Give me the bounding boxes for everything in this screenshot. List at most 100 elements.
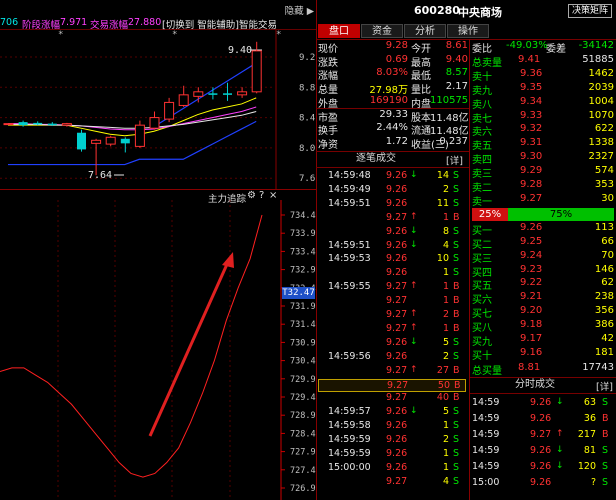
trade-row: 14:59:58 9.26 1 S (318, 420, 466, 433)
total-sell-row: 总卖量 9.41 51885 (472, 54, 614, 69)
arrow-down-icon: ↓ (410, 225, 418, 236)
candlestick (18, 120, 28, 127)
axis-tick-label: 730.9 (290, 338, 316, 348)
wei-bi-value: -49.03% (506, 40, 548, 51)
trade-up-value: 27.880 (128, 17, 162, 28)
axis-tick-label: 732.9 (290, 266, 316, 276)
sell-level-price: 9.34 (520, 95, 543, 107)
buy-level-price: 9.18 (520, 318, 543, 330)
decision-matrix-button[interactable]: 决策矩阵 (568, 4, 613, 18)
axis-tick-label: 733.9 (290, 229, 316, 239)
trade-row: 9.27 40 B (318, 392, 466, 405)
trade-side: B (453, 364, 460, 376)
buy-level-row: 买八 9.18 386 (472, 318, 614, 334)
arrow-down-icon: ↓ (556, 461, 564, 471)
buy-level-price: 9.16 (520, 346, 543, 358)
sell-level-price: 9.30 (520, 151, 543, 163)
switch-smart-button[interactable]: [切换到 智能辅助] (162, 17, 239, 31)
trade-volume: 50 (437, 379, 450, 391)
trade-side: B (454, 379, 461, 391)
timeshare-price: 9.26 (530, 413, 552, 424)
candlestick (134, 120, 145, 148)
timeshare-price: 9.26 (530, 397, 552, 408)
candlestick (77, 129, 86, 152)
stock-name: 中央商场 (458, 6, 502, 19)
timeshare-row: 14:59 9.26 ↓ 63 S (472, 397, 614, 411)
quote-row: 现价 9.28 今开 8.61 (318, 40, 468, 55)
trade-time: 14:59:48 (328, 170, 371, 181)
total-sell-price: 9.41 (518, 54, 541, 65)
quote-value: 0.69 (385, 53, 408, 65)
arrow-down-icon: ↓ (410, 336, 418, 347)
trade-side: B (453, 211, 460, 223)
buy-level-label: 买一 (472, 226, 492, 237)
trade-price: 9.26 (386, 239, 408, 251)
quote-row: 涨跌 0.69 最高 9.40 (318, 53, 468, 69)
trades-detail-button[interactable]: [详] (446, 153, 463, 167)
buy-level-price: 9.21 (520, 291, 543, 303)
trade-row: 14:59:56 9.26 2 S (318, 351, 466, 364)
timeshare-time: 14:59 (472, 397, 500, 408)
candlestick (223, 82, 232, 101)
arrow-down-icon: ↓ (410, 170, 418, 180)
buy-level-row: 买七 9.20 356 (472, 305, 614, 320)
trade-row: 9.26 ↓ 5 S (318, 337, 466, 350)
sell-level-row: 卖三 9.29 574 (472, 165, 614, 180)
trade-row: 9.27 ↑ 2 B (318, 309, 466, 322)
tab-pankou[interactable]: 盘口 (318, 24, 360, 38)
trade-side: S (453, 225, 460, 237)
trade-side: S (453, 336, 460, 348)
quote-value: 8.03% (376, 67, 408, 79)
sell-level-row: 卖九 9.35 2039 (472, 81, 614, 97)
axis-tick-label: 734.4 (290, 211, 316, 221)
timeshare-volume: 217 (577, 429, 596, 440)
quote-row: 外盘 169190 内盘 110575 (318, 95, 468, 110)
trade-side: S (453, 267, 460, 279)
arrow-down-icon: ↓ (556, 397, 564, 407)
total-buy-label: 总买量 (472, 366, 502, 377)
trade-price: 9.26 (386, 197, 408, 209)
timeshare-side: B (602, 429, 609, 440)
buy-level-row: 买九 9.17 42 (472, 333, 614, 348)
hide-menu-button[interactable]: 隐藏 ▶ (285, 3, 314, 17)
sell-level-price: 9.33 (520, 109, 543, 121)
low-price-label: 7.64 (88, 170, 112, 181)
timeshare-volume: ? (590, 477, 596, 488)
axis-tick-label: 727.9 (290, 448, 316, 458)
tab-analysis[interactable]: 分析 (404, 24, 446, 38)
trade-row: 14:59:49 9.26 2 S (318, 184, 466, 197)
trade-price: 9.26 (386, 253, 408, 265)
trade-time: 14:59:58 (328, 420, 371, 432)
tab-funds[interactable]: 资金 (361, 24, 403, 38)
sell-level-price: 9.35 (520, 81, 543, 93)
sell-level-label: 卖七 (472, 113, 492, 125)
timeshare-detail-button[interactable]: [详] (596, 379, 613, 393)
quote-label: 净资 (318, 139, 338, 151)
quote-value: 8.61 (445, 40, 468, 51)
trade-price: 9.27 (386, 211, 408, 223)
buy-level-label: 买十 (472, 350, 492, 362)
trade-side: S (453, 350, 460, 362)
timeshare-title: 分时成交 (515, 379, 555, 390)
trade-side: S (453, 461, 460, 473)
trade-price: 9.26 (386, 225, 408, 237)
trade-volume: 4 (442, 475, 449, 487)
arrow-down-icon: ↓ (556, 445, 564, 455)
smart-trade-button[interactable]: 智能交易 (239, 17, 277, 31)
trade-volume: 1 (442, 295, 449, 307)
candlestick (164, 97, 175, 123)
arrow-down-icon: ↓ (410, 239, 418, 250)
main-force-chart: 734.4733.9733.4732.9732.4731.9731.4730.9… (0, 200, 316, 500)
trade-row: 9.27 1 B (318, 295, 466, 308)
trade-price: 9.27 (386, 392, 408, 404)
buy-level-price: 9.22 (520, 277, 543, 289)
kline-chart: * * * 9.2 8.8 8.4 8.0 7.6 9.40 7.64 (0, 30, 315, 190)
timeshare-time: 14:59 (472, 429, 500, 440)
quote-row: 换手 2.44% 流通 11.48亿 (318, 122, 469, 137)
tab-operate[interactable]: 操作 (447, 24, 489, 38)
trade-time: 14:59:55 (328, 281, 371, 293)
trade-price: 9.26 (386, 350, 408, 362)
sell-level-volume: 2327 (588, 151, 614, 163)
trade-volume: 11 (436, 197, 449, 209)
sell-level-volume: 353 (594, 178, 614, 190)
